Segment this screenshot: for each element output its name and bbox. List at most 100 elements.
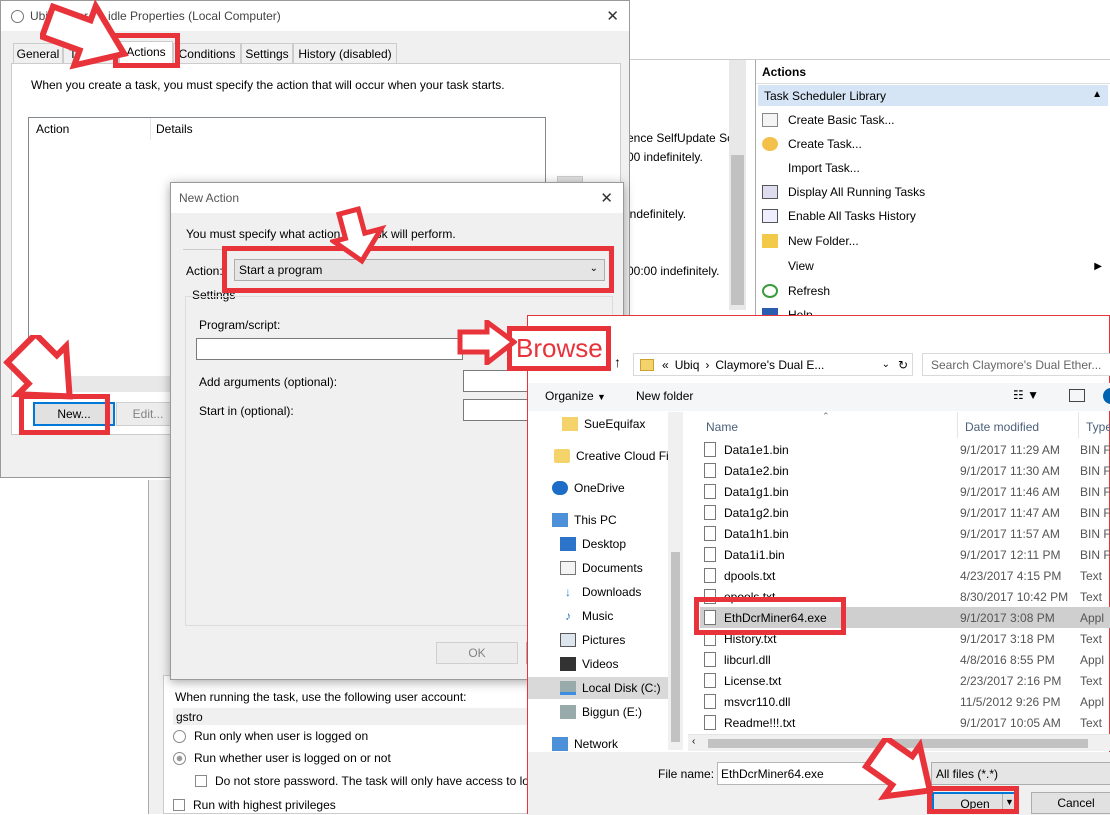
new-folder-button[interactable]: New folder [636, 389, 693, 403]
nav-sueequifax[interactable]: SueEquifax [562, 413, 645, 435]
file-name-cell: dpools.txt [700, 568, 960, 583]
program-label: Program/script: [199, 318, 281, 332]
account-value: gstro [173, 708, 533, 725]
radio-whether-logged[interactable]: Run whether user is logged on or not [173, 751, 391, 765]
create-basic-task[interactable]: Create Basic Task... [762, 108, 895, 132]
filename-label: File name: [658, 767, 715, 781]
tab-history[interactable]: History (disabled) [293, 43, 397, 63]
organize-button[interactable]: Organize ▼ [545, 389, 606, 403]
bg-scrollbar[interactable] [729, 60, 746, 310]
file-row[interactable]: Data1g1.bin 9/1/2017 11:46 AM BIN F [700, 481, 1110, 502]
file-row[interactable]: Data1e2.bin 9/1/2017 11:30 AM BIN F [700, 460, 1110, 481]
display-running-tasks[interactable]: Display All Running Tasks [762, 180, 925, 204]
file-date: 4/23/2017 4:15 PM [960, 568, 1062, 583]
file-name: libcurl.dll [724, 652, 771, 667]
path-segment[interactable]: Ubiq [675, 358, 700, 372]
actions-header: Actions [756, 60, 1110, 84]
tab-conditions[interactable]: Conditions [173, 43, 241, 63]
col-header-details[interactable]: Details [151, 118, 545, 140]
close-icon[interactable]: ✕ [606, 7, 619, 25]
col-header-type[interactable]: Type [1080, 412, 1110, 438]
tab-settings[interactable]: Settings [241, 43, 293, 63]
nav-back[interactable]: ← [578, 355, 590, 369]
address-bar[interactable]: « Ubiq › Claymore's Dual E... ⌄ ↻ [633, 353, 913, 376]
help-icon[interactable] [1103, 388, 1110, 404]
file-row[interactable]: dpools.txt 4/23/2017 4:15 PM Text [700, 565, 1110, 586]
view-menu[interactable]: View ▶ [762, 254, 1102, 278]
preview-pane-icon[interactable] [1069, 389, 1085, 402]
nav-documents[interactable]: Documents [560, 557, 643, 579]
check-no-store[interactable]: Do not store password. The task will onl… [195, 774, 529, 788]
import-task[interactable]: Import Task... [762, 156, 860, 180]
ok-button[interactable]: OK [436, 642, 518, 664]
tab-triggers[interactable]: Triggers [63, 43, 119, 63]
nav-videos[interactable]: Videos [560, 653, 618, 675]
col-header-name[interactable]: Name ⌃ [700, 412, 958, 438]
file-row[interactable]: Data1h1.bin 9/1/2017 11:57 AM BIN F [700, 523, 1110, 544]
nav-desktop[interactable]: Desktop [560, 533, 626, 555]
new-folder[interactable]: New Folder... [762, 229, 859, 253]
tab-general[interactable]: General [13, 43, 63, 63]
enable-history[interactable]: Enable All Tasks History [762, 204, 916, 228]
file-name: dpools.txt [724, 568, 776, 583]
view-options-icon[interactable]: ☷ ▼ [1013, 388, 1039, 402]
start-in-input[interactable] [463, 399, 533, 421]
file-row[interactable]: Data1e1.bin 9/1/2017 11:29 AM BIN F [700, 439, 1110, 460]
refresh-icon[interactable]: ↻ [898, 358, 908, 372]
start-in-label: Start in (optional): [199, 404, 294, 418]
file-date: 9/1/2017 11:30 AM [960, 463, 1060, 478]
cancel-button[interactable]: Cancel [1031, 792, 1110, 814]
label: Refresh [788, 284, 831, 298]
file-row[interactable]: License.txt 2/23/2017 2:16 PM Text [700, 670, 1110, 691]
nav-creative-cloud[interactable]: Creative Cloud Fil [554, 445, 671, 467]
file-row[interactable]: Data1g2.bin 9/1/2017 11:47 AM BIN F [700, 502, 1110, 523]
label: Desktop [582, 537, 627, 551]
nav-music[interactable]: ♪ Music [560, 605, 613, 627]
program-input[interactable] [196, 338, 463, 360]
file-row[interactable]: History.txt 9/1/2017 3:18 PM Text [700, 628, 1110, 649]
browse-button[interactable] [509, 338, 529, 360]
col-header-action[interactable]: Action [29, 118, 151, 140]
nav-onedrive[interactable]: OneDrive [552, 477, 625, 499]
args-input[interactable] [463, 370, 533, 392]
search-box[interactable]: Search Claymore's Dual Ether... [922, 353, 1110, 376]
actions-section[interactable]: Task Scheduler Library ▲ [758, 85, 1108, 106]
nav-local-disk[interactable]: Local Disk (C:) [528, 677, 683, 699]
close-icon[interactable]: ✕ [600, 189, 613, 207]
title-bar: Ubiq Miner on idle Properties (Local Com… [1, 1, 629, 31]
file-row[interactable]: EthDcrMiner64.exe 9/1/2017 3:08 PM Appl [700, 607, 1110, 628]
nav-biggun[interactable]: Biggun (E:) [560, 701, 642, 723]
file-name-cell: License.txt [700, 673, 960, 688]
file-type-filter[interactable]: All files (*.*) [931, 762, 1110, 785]
filename-input[interactable]: EthDcrMiner64.exe ⌄ [717, 762, 923, 785]
radio-icon [173, 751, 186, 765]
file-row[interactable]: epools.txt 8/30/2017 10:42 PM Text [700, 586, 1110, 607]
path-segment[interactable]: Claymore's Dual E... [715, 358, 824, 372]
new-action-button[interactable]: New... [33, 402, 115, 426]
action-select[interactable]: Start a program ⌄ [234, 259, 605, 281]
refresh[interactable]: Refresh [762, 279, 830, 303]
nav-network[interactable]: Network [552, 733, 618, 752]
col-header-date[interactable]: Date modified [959, 412, 1079, 438]
file-name-cell: Data1e1.bin [700, 442, 960, 457]
nav-this-pc[interactable]: This PC [552, 509, 617, 531]
file-row[interactable]: Data1i1.bin 9/1/2017 12:11 PM BIN F [700, 544, 1110, 565]
nav-downloads[interactable]: ↓ Downloads [560, 581, 641, 603]
open-button[interactable]: Open ▼ [932, 792, 1018, 814]
radio-logged-on[interactable]: Run only when user is logged on [173, 729, 368, 743]
nav-pictures[interactable]: Pictures [560, 629, 625, 651]
file-hscroll[interactable]: ‹ [688, 734, 1110, 751]
label: OK [468, 646, 486, 660]
label: Music [582, 609, 614, 623]
label: New Folder... [788, 234, 859, 248]
nav-up-icon[interactable]: ↑ [614, 354, 621, 370]
check-highest[interactable]: Run with highest privileges [173, 798, 336, 812]
tab-actions[interactable]: Actions [119, 41, 173, 64]
file-row[interactable]: libcurl.dll 4/8/2016 8:55 PM Appl [700, 649, 1110, 670]
file-row[interactable]: Readme!!!.txt 9/1/2017 10:05 AM Text [700, 712, 1110, 733]
label: Downloads [582, 585, 642, 599]
file-row[interactable]: msvcr110.dll 11/5/2012 9:26 PM Appl [700, 691, 1110, 712]
create-task[interactable]: Create Task... [762, 132, 862, 156]
nav-scrollbar[interactable] [668, 412, 683, 750]
file-date: 9/1/2017 3:18 PM [960, 631, 1055, 646]
